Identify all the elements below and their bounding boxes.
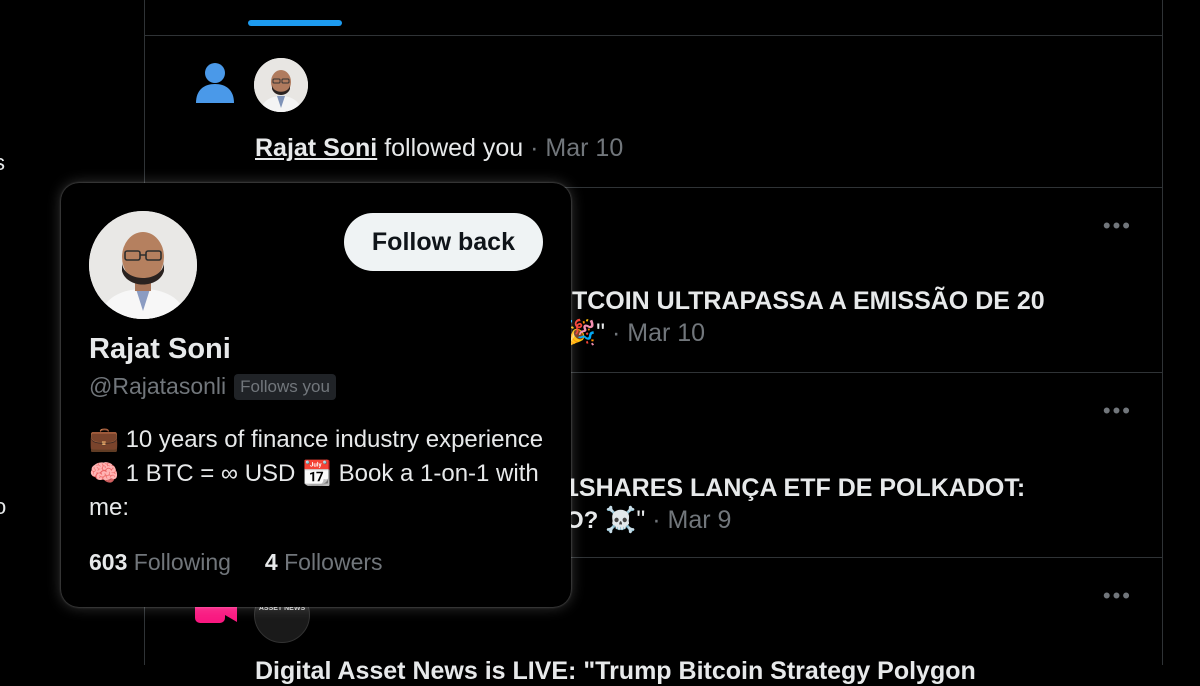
more-options-icon[interactable]: ••• [1103, 583, 1132, 609]
action-text: followed you [384, 134, 524, 162]
follows-you-badge: Follows you [234, 373, 336, 400]
followers-count: 4 [264, 549, 278, 575]
post-headline: 1SHARES LANÇA ETF DE POLKADOT: [565, 474, 1026, 502]
brain-emoji-icon: 🧠 [89, 460, 119, 487]
following-count: 603 [89, 549, 128, 575]
post-headline: ITCOIN ULTRAPASSA A EMISSÃO DE 20 [565, 287, 1045, 315]
avatar[interactable] [89, 211, 197, 319]
bio-text: 10 years of finance industry experience [125, 426, 544, 453]
timestamp: Mar 10 [627, 319, 706, 347]
notification-text: Rajat Soni followed you · Mar 10 [255, 134, 623, 163]
post-tail: 🎉" · Mar 10 [565, 319, 705, 348]
left-column-fragment: o [0, 494, 7, 519]
timestamp: Mar 9 [667, 506, 732, 534]
followers-link[interactable]: 4 Followers [265, 549, 383, 576]
separator: · [530, 134, 539, 162]
separator: · [652, 506, 661, 534]
following-link[interactable]: 603 Following [89, 549, 231, 576]
post-tail: O? ☠️" · Mar 9 [565, 506, 731, 535]
separator: · [611, 319, 621, 347]
quote-mark: " [636, 506, 646, 534]
profile-bio: 💼 10 years of finance industry experienc… [89, 423, 549, 525]
active-tab-indicator [248, 20, 342, 26]
following-label: Following [133, 549, 231, 575]
notification-text: Digital Asset News is LIVE: "Trump Bitco… [255, 657, 976, 685]
calendar-emoji-icon: 📆 [302, 460, 332, 487]
followers-label: Followers [284, 549, 383, 575]
bio-text: 1 BTC = ∞ USD [125, 460, 296, 487]
skull-crossbones-emoji-icon: ☠️ [605, 506, 637, 534]
timestamp: Mar 10 [545, 134, 624, 162]
left-column-fragment: s [0, 150, 5, 176]
follow-back-button[interactable]: Follow back [343, 213, 543, 271]
person-icon [195, 62, 235, 109]
profile-hovercard: Follow back Rajat Soni @Rajatasonli Foll… [61, 183, 571, 607]
profile-stats: 603 Following 4 Followers [89, 549, 383, 576]
notification-follow[interactable]: Rajat Soni followed you · Mar 10 [145, 36, 1162, 188]
more-options-icon[interactable]: ••• [1103, 398, 1132, 424]
handle-row: @Rajatasonli Follows you [89, 373, 336, 400]
more-options-icon[interactable]: ••• [1103, 213, 1132, 239]
briefcase-emoji-icon: 💼 [89, 426, 119, 453]
user-name-link[interactable]: Rajat Soni [255, 134, 377, 162]
quote-mark: " [596, 319, 606, 347]
profile-name[interactable]: Rajat Soni [89, 333, 231, 366]
avatar[interactable] [254, 58, 308, 112]
profile-handle[interactable]: @Rajatasonli [89, 373, 226, 400]
